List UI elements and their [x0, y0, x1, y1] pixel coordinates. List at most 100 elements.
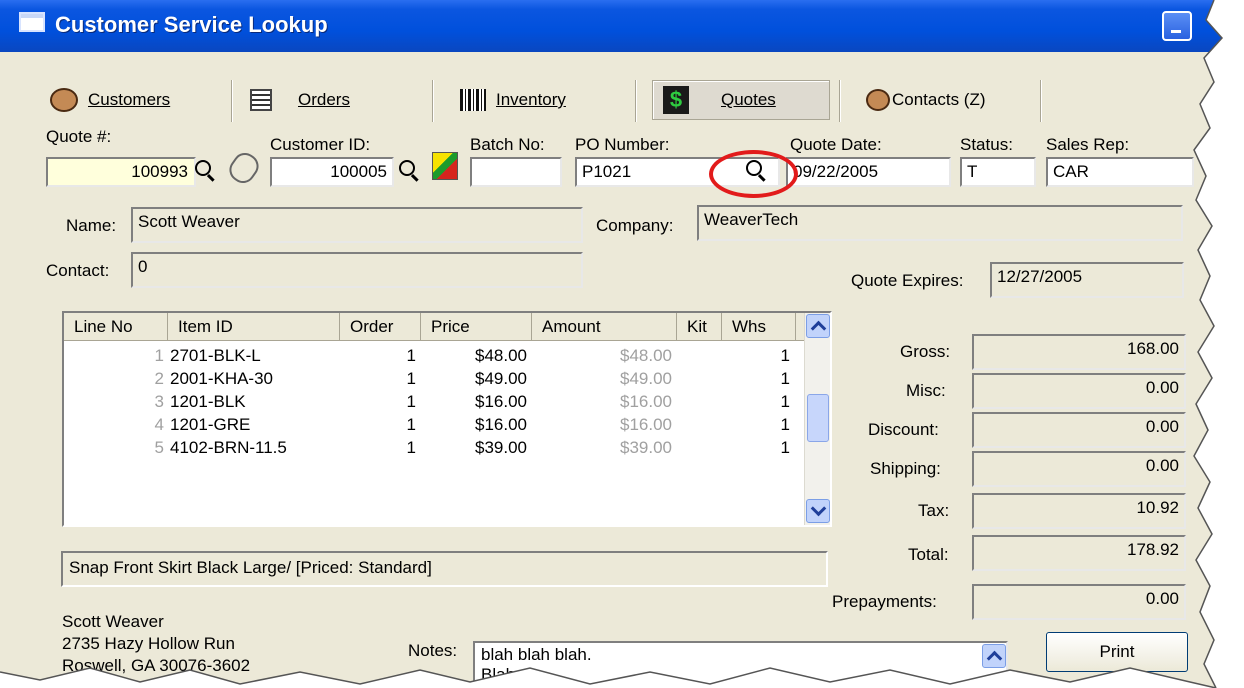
tab-contacts-label: Contacts (Z): [892, 90, 986, 109]
address-line-2: 2735 Hazy Hollow Run: [62, 634, 235, 653]
customer-search-icon[interactable]: [396, 158, 422, 184]
notes-line-2: Blah.: [481, 665, 520, 684]
tab-contacts[interactable]: Contacts (Z): [866, 80, 986, 120]
column-header[interactable]: Whs: [722, 313, 796, 341]
total-field: 178.92: [972, 535, 1186, 571]
sales-rep-field[interactable]: CAR: [1046, 157, 1194, 187]
scroll-up-icon[interactable]: [806, 314, 830, 338]
print-button[interactable]: Print: [1046, 632, 1188, 672]
tab-customers-label: Customers: [88, 90, 171, 109]
prepayments-field: 0.00: [972, 584, 1186, 620]
tab-customers[interactable]: Customers: [50, 80, 170, 120]
column-header[interactable]: Item ID: [168, 313, 340, 341]
price-cell: $49.00: [475, 369, 527, 388]
column-header[interactable]: Amount: [532, 313, 677, 341]
amount-cell: $16.00: [620, 415, 672, 434]
column-header[interactable]: Line No: [64, 313, 168, 341]
column-header[interactable]: Kit: [677, 313, 722, 341]
table-row[interactable]: 3 1201-BLK 1 $16.00 $16.00 1: [64, 390, 804, 413]
whs-cell: 1: [780, 415, 790, 434]
order-cell: 1: [406, 392, 416, 411]
item-id-cell: 2701-BLK-L: [170, 346, 261, 365]
item-id-cell: 1201-GRE: [170, 415, 251, 434]
amount-cell: $16.00: [620, 392, 672, 411]
grid-scrollbar[interactable]: [804, 313, 830, 525]
tab-separator: [1040, 80, 1042, 122]
item-id-cell: 4102-BRN-11.5: [170, 438, 287, 457]
notes-label: Notes:: [408, 641, 458, 660]
gross-label: Gross:: [900, 342, 951, 361]
highlight-circle: [709, 150, 798, 198]
window-title: Customer Service Lookup: [55, 12, 328, 37]
tab-orders[interactable]: Orders: [250, 80, 350, 120]
batch-no-field[interactable]: [470, 157, 562, 187]
line-no-cell: 3: [154, 392, 164, 411]
minimize-button[interactable]: [1162, 11, 1192, 41]
tax-label: Tax:: [918, 501, 950, 520]
quote-no-label: Quote #:: [46, 127, 112, 146]
order-cell: 1: [406, 415, 416, 434]
whs-cell: 1: [780, 369, 790, 388]
scroll-thumb[interactable]: [807, 394, 829, 442]
address-line-3: Roswell, GA 30076-3602: [62, 656, 251, 675]
amount-cell: $39.00: [620, 438, 672, 457]
quote-search-icon[interactable]: [192, 158, 218, 184]
notes-line-1: blah blah blah.: [481, 645, 592, 664]
column-header[interactable]: Order: [340, 313, 421, 341]
amount-cell: $49.00: [620, 369, 672, 388]
tab-separator: [635, 80, 637, 122]
notes-scrollbar[interactable]: [981, 643, 1006, 688]
orders-icon: [250, 89, 272, 111]
status-field[interactable]: T: [960, 157, 1036, 187]
tab-inventory[interactable]: Inventory: [460, 80, 566, 120]
customer-id-field[interactable]: 100005: [270, 157, 394, 187]
misc-field: 0.00: [972, 373, 1186, 409]
table-row[interactable]: 4 1201-GRE 1 $16.00 $16.00 1: [64, 413, 804, 436]
contact-field: 0: [131, 252, 583, 288]
customer-id-label: Customer ID:: [270, 135, 371, 154]
title-bar: Customer Service Lookup: [0, 0, 1244, 52]
quote-date-label: Quote Date:: [790, 135, 882, 154]
notes-scroll-up-icon[interactable]: [982, 644, 1006, 668]
company-field: WeaverTech: [697, 205, 1183, 241]
tab-separator: [231, 80, 233, 122]
price-cell: $16.00: [475, 415, 527, 434]
attachment-icon[interactable]: [224, 148, 264, 188]
quote-date-field[interactable]: 09/22/2005: [786, 157, 951, 187]
tab-quotes-label: Quotes: [721, 90, 776, 109]
quote-number-field[interactable]: 100993: [46, 157, 196, 187]
customer-service-lookup-window: Customer Service Lookup Customers Orders…: [0, 0, 1244, 688]
notes-field[interactable]: blah blah blah. Blah.: [473, 641, 1008, 688]
quote-expires-label: Quote Expires:: [851, 271, 964, 290]
line-no-cell: 4: [154, 415, 164, 434]
sales-rep-label: Sales Rep:: [1046, 135, 1130, 154]
prepayments-label: Prepayments:: [832, 592, 937, 611]
total-label: Total:: [908, 545, 949, 564]
address-line-1: Scott Weaver: [62, 612, 164, 631]
shipping-label: Shipping:: [870, 459, 941, 478]
table-row[interactable]: 2 2001-KHA-30 1 $49.00 $49.00 1: [64, 367, 804, 390]
contact-label: Contact:: [46, 261, 110, 280]
discount-field: 0.00: [972, 412, 1186, 448]
company-label: Company:: [596, 216, 674, 235]
tab-quotes[interactable]: $ Quotes: [652, 80, 830, 120]
tab-separator: [432, 80, 434, 122]
quote-expires-field: 12/27/2005: [990, 262, 1184, 298]
price-cell: $48.00: [475, 346, 527, 365]
item-id-cell: 1201-BLK: [170, 392, 246, 411]
line-no-cell: 5: [154, 438, 164, 457]
line-items-grid[interactable]: Line No Item ID Order Price Amount Kit W…: [62, 311, 832, 527]
customers-icon: [50, 88, 78, 112]
scroll-down-icon[interactable]: [806, 499, 830, 523]
column-header[interactable]: Price: [421, 313, 532, 341]
table-row[interactable]: 5 4102-BRN-11.5 1 $39.00 $39.00 1: [64, 436, 804, 459]
tax-field: 10.92: [972, 493, 1186, 529]
misc-label: Misc:: [906, 381, 946, 400]
table-row[interactable]: 1 2701-BLK-L 1 $48.00 $48.00 1: [64, 344, 804, 367]
name-label: Name:: [66, 216, 117, 235]
line-no-cell: 2: [154, 369, 164, 388]
status-label: Status:: [960, 135, 1013, 154]
order-cell: 1: [406, 369, 416, 388]
order-cell: 1: [406, 438, 416, 457]
customer-lookup-icon[interactable]: [432, 152, 458, 180]
